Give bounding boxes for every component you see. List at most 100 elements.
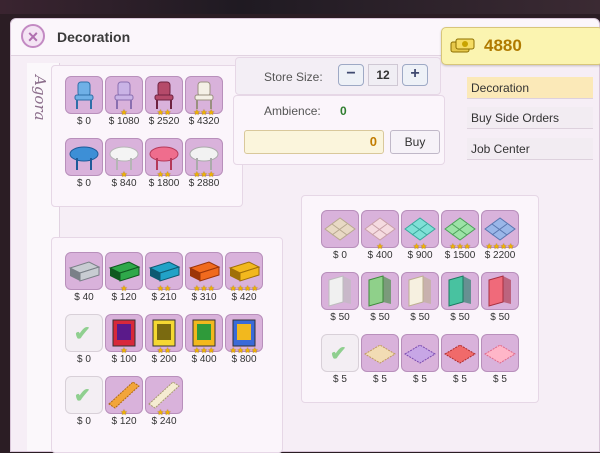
wall-green-graphic — [368, 275, 391, 307]
buy-button[interactable]: Buy — [390, 130, 440, 154]
floor-item[interactable]: $ 50 — [400, 272, 440, 323]
star-rating: ★★★ — [449, 242, 471, 251]
furniture-item[interactable]: ★★★ $ 2880 — [184, 138, 224, 189]
decor-item[interactable]: ✔ $ 0 — [64, 314, 104, 365]
item-price: $ 2520 — [148, 116, 180, 127]
floor-item[interactable]: $ 5 — [400, 334, 440, 385]
border-cream-graphic — [148, 381, 180, 409]
border-cream-icon: ★★ — [145, 376, 183, 417]
plus-icon: + — [410, 65, 420, 82]
star-rating: ★ — [120, 170, 128, 179]
chair-white-graphic — [194, 81, 214, 109]
floor-item[interactable]: ★★ $ 900 — [400, 210, 440, 261]
close-button[interactable]: × — [21, 24, 45, 48]
floor-item[interactable]: $ 5 — [360, 334, 400, 385]
amount-field[interactable]: 0 — [244, 130, 384, 154]
item-price: $ 2200 — [484, 250, 516, 261]
furniture-item[interactable]: $ 0 — [64, 138, 104, 189]
decor-item[interactable]: ★★★★ $ 420 — [224, 252, 264, 303]
ambience-value: 0 — [340, 104, 347, 118]
item-price: $ 1500 — [444, 250, 476, 261]
chair-lilac-graphic — [114, 81, 134, 109]
decor-item[interactable]: ★★ $ 210 — [144, 252, 184, 303]
item-price: $ 2880 — [188, 178, 220, 189]
decor-item[interactable]: $ 40 — [64, 252, 104, 303]
item-price: $ 120 — [111, 416, 137, 427]
chair-red-icon: ★★ — [145, 76, 183, 117]
star-rating: ★★ — [156, 284, 172, 293]
star-rating: ★★★ — [193, 170, 215, 179]
menu-item-buy-side-orders[interactable]: Buy Side Orders — [467, 107, 593, 129]
store-size-decrease-button[interactable]: − — [338, 64, 364, 86]
furniture-item[interactable]: ★★ $ 1800 — [144, 138, 184, 189]
star-rating: ★ — [376, 242, 384, 251]
store-size-label: Store Size: — [264, 70, 323, 84]
star-rating: ★★ — [156, 346, 172, 355]
table-white-graphic — [109, 146, 139, 170]
decor-item[interactable]: ★★ $ 240 — [144, 376, 184, 427]
floor-item[interactable]: ★★★ $ 1500 — [440, 210, 480, 261]
decor-item[interactable]: ★★ $ 200 — [144, 314, 184, 365]
amount-value: 0 — [369, 134, 377, 149]
decor-item[interactable]: ★ $ 100 — [104, 314, 144, 365]
decor-item[interactable]: ★ $ 120 — [104, 252, 144, 303]
floor-item[interactable]: ★ $ 400 — [360, 210, 400, 261]
decoration-panel: × Decoration Agora 4880 $ 0 ★ $ 1080 ★★ $ 25… — [10, 18, 600, 453]
rug-red-icon — [441, 334, 479, 372]
floor-item[interactable]: $ 5 — [440, 334, 480, 385]
ambience-label: Ambience: — [264, 104, 321, 118]
floor-item[interactable]: $ 50 — [360, 272, 400, 323]
furniture-item[interactable]: ★ $ 840 — [104, 138, 144, 189]
furniture-item[interactable]: ★★ $ 2520 — [144, 76, 184, 127]
wall-red-graphic — [488, 275, 511, 307]
item-price: $ 50 — [490, 312, 510, 323]
floors-walls-box: $ 0 ★ $ 400 ★★ $ 900 ★★★ $ 1500 ★★★★ $ 2200 $ 50 $… — [301, 195, 539, 403]
floor-item[interactable]: ✔ $ 5 — [320, 334, 360, 385]
empty-icon: ✔ — [65, 376, 103, 414]
coin-balance: 4880 — [441, 27, 600, 65]
floor-item[interactable]: ★★★★ $ 2200 — [480, 210, 520, 261]
item-price: $ 0 — [333, 250, 347, 261]
item-price: $ 840 — [111, 178, 137, 189]
poster-yellow-icon: ★★ — [145, 314, 183, 355]
floor-item[interactable]: $ 5 — [480, 334, 520, 385]
store-size-increase-button[interactable]: + — [402, 64, 428, 86]
star-rating: ★★★ — [193, 284, 215, 293]
star-rating: ★★★★ — [229, 284, 259, 293]
item-price: $ 5 — [333, 374, 347, 385]
item-price: $ 100 — [111, 354, 137, 365]
floor-item[interactable]: $ 0 — [320, 210, 360, 261]
item-price: $ 0 — [77, 178, 91, 189]
decor-item[interactable]: ✔ $ 0 — [64, 376, 104, 427]
item-price: $ 400 — [191, 354, 217, 365]
ambience-box: Ambience: 0 0 Buy — [233, 95, 445, 165]
floor-item[interactable]: $ 50 — [480, 272, 520, 323]
item-price: $ 0 — [77, 416, 91, 427]
wall-teal-icon — [441, 272, 479, 310]
store-size-value: 12 — [368, 64, 398, 86]
table-cloth-icon: ★★★ — [185, 138, 223, 179]
floor-item[interactable]: $ 50 — [440, 272, 480, 323]
star-rating: ★★★ — [193, 346, 215, 355]
counter-orange-icon: ★★★ — [185, 252, 223, 293]
top-strip — [0, 0, 600, 14]
menu-item-decoration[interactable]: Decoration — [467, 77, 593, 99]
floor-item[interactable]: $ 50 — [320, 272, 360, 323]
poster-red-icon: ★ — [105, 314, 143, 355]
sidebar-tab-label[interactable]: Agora — [31, 75, 49, 121]
counter-teal-icon: ★★ — [145, 252, 183, 293]
poster-blue-graphic — [232, 319, 256, 347]
minus-icon: − — [346, 65, 356, 82]
decor-item[interactable]: ★★★ $ 310 — [184, 252, 224, 303]
item-price: $ 1800 — [148, 178, 180, 189]
menu-item-job-center[interactable]: Job Center — [467, 138, 593, 160]
furniture-item[interactable]: ★★★ $ 4320 — [184, 76, 224, 127]
furniture-item[interactable]: $ 0 — [64, 76, 104, 127]
side-menu: Decoration Buy Side Orders Job Center — [467, 77, 593, 173]
counter-gold-icon: ★★★★ — [225, 252, 263, 293]
decor-item[interactable]: ★ $ 120 — [104, 376, 144, 427]
decor-item[interactable]: ★★★★ $ 800 — [224, 314, 264, 365]
wall-white-graphic — [328, 275, 351, 307]
furniture-item[interactable]: ★ $ 1080 — [104, 76, 144, 127]
decor-item[interactable]: ★★★ $ 400 — [184, 314, 224, 365]
